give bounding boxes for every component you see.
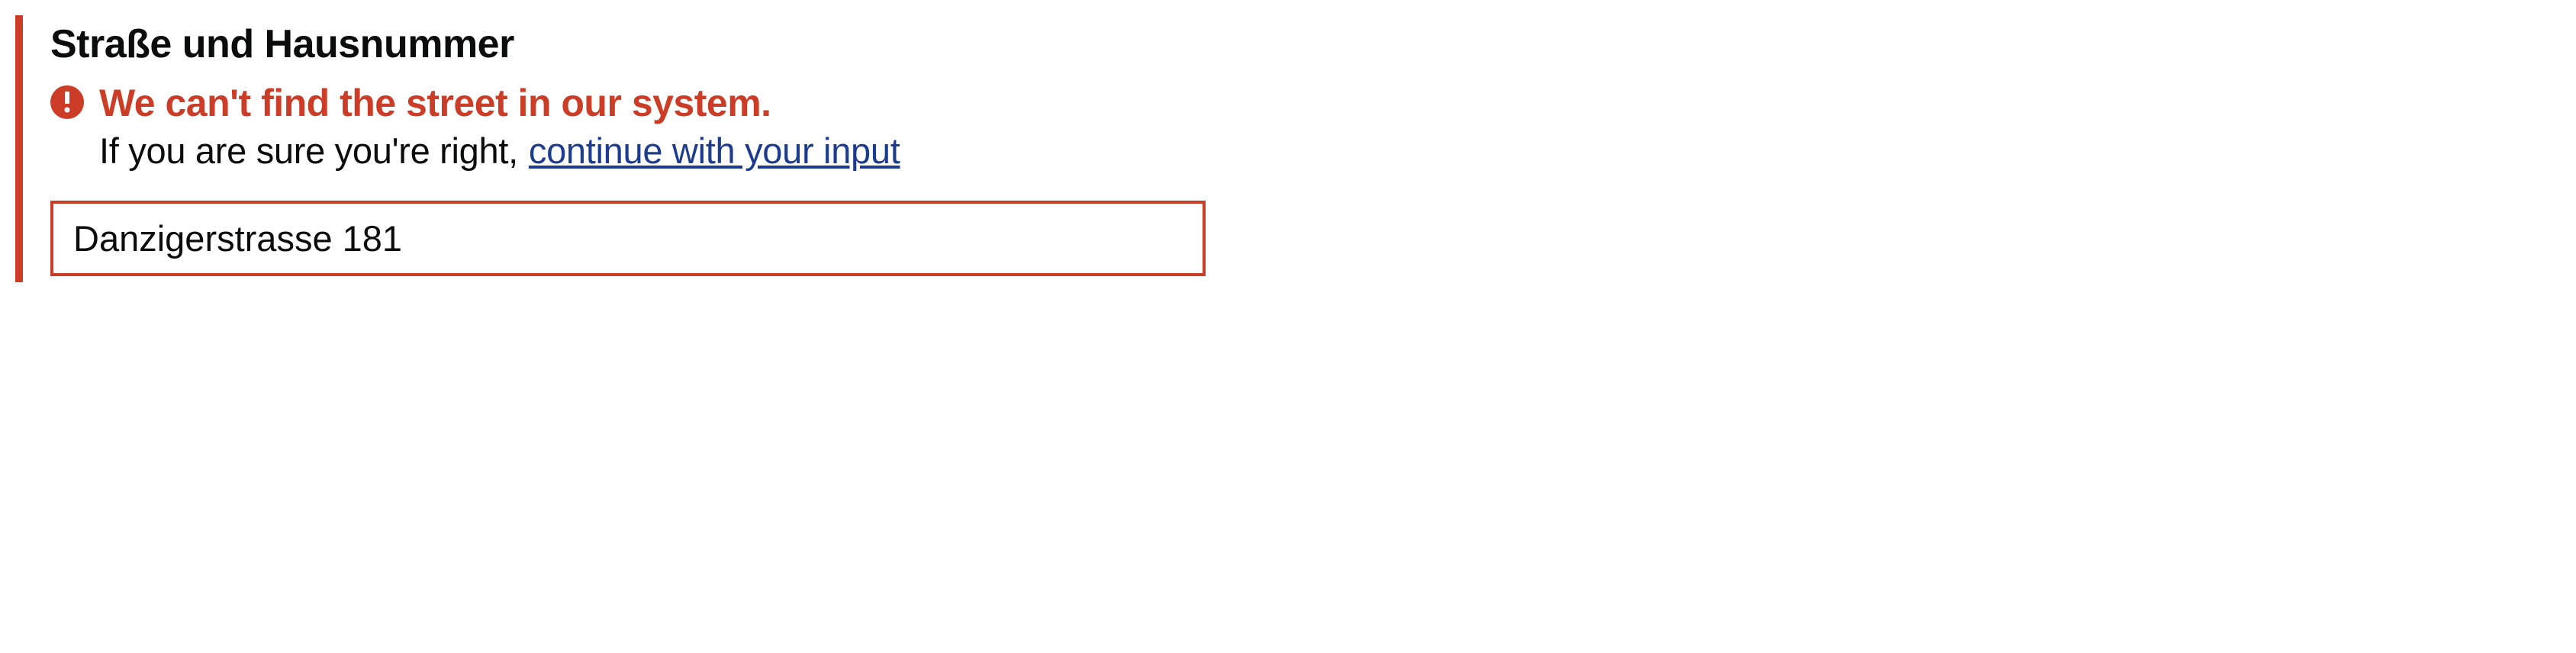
field-label: Straße und Hausnummer — [50, 21, 1206, 67]
error-icon — [50, 85, 84, 119]
error-title: We can't find the street in our system. — [99, 81, 771, 125]
error-hint-text: If you are sure you're right, — [99, 130, 518, 172]
error-message-row: We can't find the street in our system. — [50, 81, 1206, 125]
error-hint-row: If you are sure you're right, continue w… — [99, 130, 1206, 172]
address-field-group: Straße und Hausnummer We can't find the … — [15, 15, 1206, 282]
street-address-input[interactable] — [50, 201, 1206, 276]
continue-with-input-link[interactable]: continue with your input — [529, 130, 900, 172]
